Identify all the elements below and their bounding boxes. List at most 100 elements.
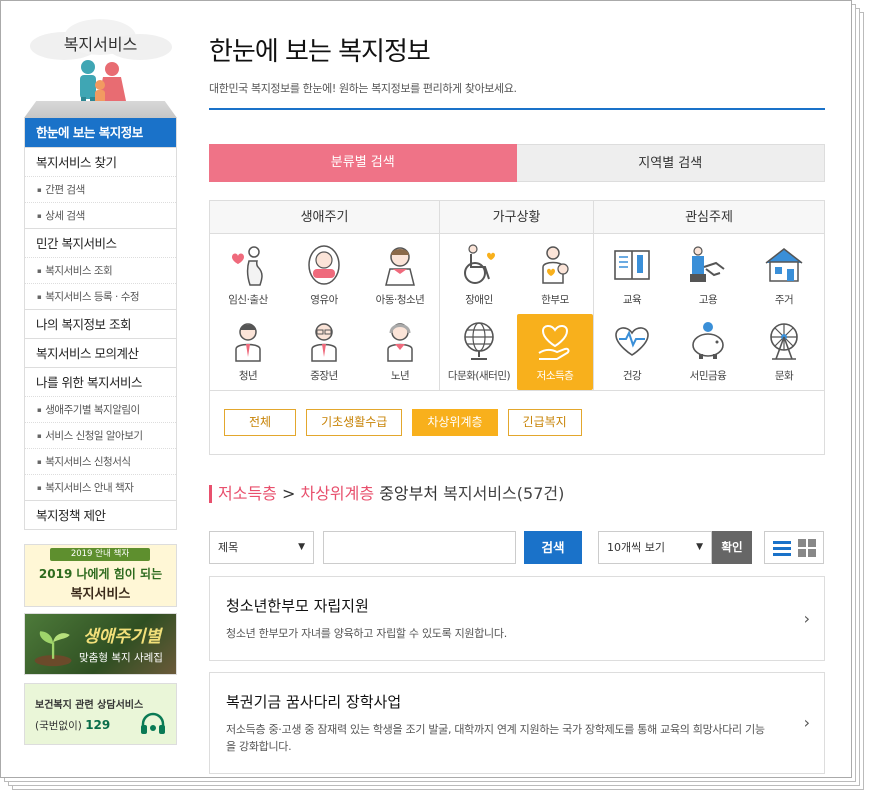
category-box: 생애주기 가구상황 관심주제 임신·출산 영유아 아동·청소년 청년 중장년 노… bbox=[209, 200, 825, 455]
menu-item-my-welfare[interactable]: 나의 복지정보 조회 bbox=[25, 309, 176, 338]
category-child[interactable]: 아동·청소년 bbox=[362, 238, 438, 314]
category-header: 생애주기 가구상황 관심주제 bbox=[210, 201, 824, 234]
list-view-icon[interactable] bbox=[772, 538, 792, 558]
category-low-income-label: 저소득층 bbox=[536, 370, 574, 382]
submenu-simple-search[interactable]: 간편 검색 bbox=[25, 176, 176, 202]
filter-basic-livelihood-button[interactable]: 기초생활수급 bbox=[306, 409, 403, 436]
group-lifecycle: 임신·출산 영유아 아동·청소년 청년 중장년 노년 bbox=[210, 234, 440, 390]
group-title-topic: 관심주제 bbox=[685, 210, 733, 225]
book-icon bbox=[614, 250, 650, 280]
category-single-parent-label: 한부모 bbox=[541, 294, 569, 306]
submenu-service-lookup[interactable]: 복지서비스 조회 bbox=[25, 257, 176, 283]
search-tabs: 분류별 검색 지역별 검색 bbox=[209, 144, 825, 182]
filter-emergency-button[interactable]: 긴급복지 bbox=[507, 409, 582, 436]
banner-lifecycle-cases[interactable]: 생애주기별 맞춤형 복지 사례집 bbox=[24, 613, 177, 675]
category-finance[interactable]: 서민금융 bbox=[670, 314, 746, 390]
category-disabled[interactable]: 장애인 bbox=[441, 238, 517, 314]
category-middle-age-label: 중장년 bbox=[310, 370, 338, 382]
service-card[interactable]: 청소년한부모 자립지원 청소년 한부모가 자녀를 양육하고 자립할 수 있도록 … bbox=[209, 576, 825, 661]
service-card-title: 청소년한부모 자립지원 bbox=[226, 597, 369, 615]
grid-view-icon[interactable] bbox=[797, 538, 817, 558]
result-filter: 차상위계층 bbox=[300, 484, 375, 503]
category-health-label: 건강 bbox=[622, 370, 642, 382]
ferris-wheel-icon bbox=[770, 323, 798, 360]
page-sheet: 복지서비스 한눈에 보는 복지정보 복지서비스 찾기 간편 검색 상세 bbox=[0, 0, 852, 778]
page-title: 한눈에 보는 복지정보 bbox=[209, 37, 431, 67]
category-child-label: 아동·청소년 bbox=[375, 294, 425, 306]
banner-counsel-129[interactable]: 보건복지 관련 상담서비스 (국번없이) 129 bbox=[24, 683, 177, 745]
search-field-select[interactable]: 제목 ▼ bbox=[209, 531, 314, 564]
page-size-value: 10개씩 보기 bbox=[607, 541, 665, 554]
banner-counsel-line1: 보건복지 관련 상담서비스 bbox=[35, 700, 144, 711]
single-parent-icon bbox=[542, 246, 569, 284]
category-single-parent[interactable]: 한부모 bbox=[517, 238, 593, 314]
category-elderly[interactable]: 노년 bbox=[362, 314, 438, 390]
tab-category-search[interactable]: 분류별 검색 bbox=[209, 144, 517, 182]
pregnant-icon bbox=[232, 246, 263, 286]
filter-all-button[interactable]: 전체 bbox=[224, 409, 297, 436]
confirm-button[interactable]: 확인 bbox=[712, 531, 752, 564]
tab-region-search[interactable]: 지역별 검색 bbox=[516, 144, 825, 182]
sidebar-pedestal bbox=[24, 101, 177, 118]
submenu-detail-search[interactable]: 상세 검색 bbox=[25, 202, 176, 228]
category-employment[interactable]: 고용 bbox=[670, 238, 746, 314]
category-education[interactable]: 교육 bbox=[594, 238, 670, 314]
page-subtitle: 대한민국 복지정보를 한눈에! 원하는 복지정보를 편리하게 찾아보세요. bbox=[209, 82, 517, 95]
submenu-service-register[interactable]: 복지서비스 등록 · 수정 bbox=[25, 283, 176, 309]
menu-item-private-service[interactable]: 민간 복지서비스 bbox=[25, 228, 176, 257]
menu-item-find-service[interactable]: 복지서비스 찾기 bbox=[25, 147, 176, 176]
banner-2019-guide[interactable]: 2019 안내 책자 2019 나에게 힘이 되는 복지서비스 bbox=[24, 544, 177, 607]
sidebar-hero: 복지서비스 bbox=[24, 1, 177, 118]
category-health[interactable]: 건강 bbox=[594, 314, 670, 390]
menu-item-policy-proposal[interactable]: 복지정책 제안 bbox=[25, 500, 176, 529]
category-multicultural[interactable]: 다문화(새터민) bbox=[441, 314, 517, 390]
category-low-income[interactable]: 저소득층 bbox=[517, 314, 593, 390]
caret-down-icon: ▼ bbox=[298, 542, 305, 552]
search-input[interactable] bbox=[323, 531, 516, 564]
sidebar: 복지서비스 한눈에 보는 복지정보 복지서비스 찾기 간편 검색 상세 bbox=[24, 1, 177, 745]
submenu-lifecycle-alert[interactable]: 생애주기별 복지알림이 bbox=[25, 396, 176, 422]
submenu-apply-forms[interactable]: 복지서비스 신청서식 bbox=[25, 448, 176, 474]
menu-item-for-me[interactable]: 나를 위한 복지서비스 bbox=[25, 367, 176, 396]
category-employment-label: 고용 bbox=[698, 294, 718, 306]
category-housing-label: 주거 bbox=[774, 294, 794, 306]
menu-item-overview[interactable]: 한눈에 보는 복지정보 bbox=[25, 118, 176, 147]
sidebar-menu: 한눈에 보는 복지정보 복지서비스 찾기 간편 검색 상세 검색 민간 복지서비… bbox=[24, 118, 177, 530]
category-pregnancy[interactable]: 임신·출산 bbox=[210, 238, 286, 314]
category-youth[interactable]: 청년 bbox=[210, 314, 286, 390]
caret-down-icon: ▼ bbox=[696, 542, 703, 552]
group-household: 장애인 한부모 다문화(새터민) 저소득층 bbox=[440, 234, 594, 390]
globe-icon bbox=[464, 322, 494, 360]
submenu-apply-date[interactable]: 서비스 신청일 알아보기 bbox=[25, 422, 176, 448]
category-middle-age[interactable]: 중장년 bbox=[286, 314, 362, 390]
baby-icon bbox=[308, 245, 340, 285]
service-card[interactable]: 복권기금 꿈사다리 장학사업 저소득층 중·고생 중 잠재력 있는 학생을 조기… bbox=[209, 672, 825, 774]
banner-counsel-prefix: (국번없이) bbox=[35, 720, 82, 732]
category-multicultural-label: 다문화(새터민) bbox=[447, 370, 511, 382]
filter-near-poverty-button[interactable]: 차상위계층 bbox=[412, 409, 498, 436]
banner-counsel-line2: (국번없이) 129 bbox=[35, 718, 110, 733]
house-icon bbox=[765, 248, 803, 282]
service-card-desc: 저소득층 중·고생 중 잠재력 있는 학생을 조기 발굴, 대학까지 연계 지원… bbox=[226, 723, 765, 753]
result-count: 복지서비스(57건) bbox=[443, 484, 565, 503]
category-grid: 임신·출산 영유아 아동·청소년 청년 중장년 노년 장애인 한부모 다문화(새… bbox=[210, 234, 824, 390]
chevron-right-icon: › bbox=[803, 713, 810, 732]
result-scope: 중앙부처 bbox=[379, 484, 439, 503]
banner-2019-guide-tag: 2019 안내 책자 bbox=[50, 548, 150, 561]
youth-icon bbox=[235, 323, 261, 362]
submenu-guide-book[interactable]: 복지서비스 안내 책자 bbox=[25, 474, 176, 500]
category-housing[interactable]: 주거 bbox=[746, 238, 822, 314]
category-culture[interactable]: 문화 bbox=[746, 314, 822, 390]
category-finance-label: 서민금융 bbox=[689, 370, 727, 382]
page-size-select[interactable]: 10개씩 보기 ▼ bbox=[598, 531, 712, 564]
view-toggle bbox=[764, 531, 824, 564]
result-category: 저소득층 bbox=[218, 484, 277, 503]
banner-lifecycle-line1: 생애주기별 bbox=[83, 627, 162, 647]
search-button[interactable]: 검색 bbox=[524, 531, 582, 564]
filter-row: 전체 기초생활수급 차상위계층 긴급복지 bbox=[210, 390, 824, 454]
category-disabled-label: 장애인 bbox=[465, 294, 493, 306]
category-infant[interactable]: 영유아 bbox=[286, 238, 362, 314]
menu-item-simulation[interactable]: 복지서비스 모의계산 bbox=[25, 338, 176, 367]
chevron-right-icon: › bbox=[803, 608, 810, 628]
service-card-title: 복권기금 꿈사다리 장학사업 bbox=[226, 693, 402, 711]
